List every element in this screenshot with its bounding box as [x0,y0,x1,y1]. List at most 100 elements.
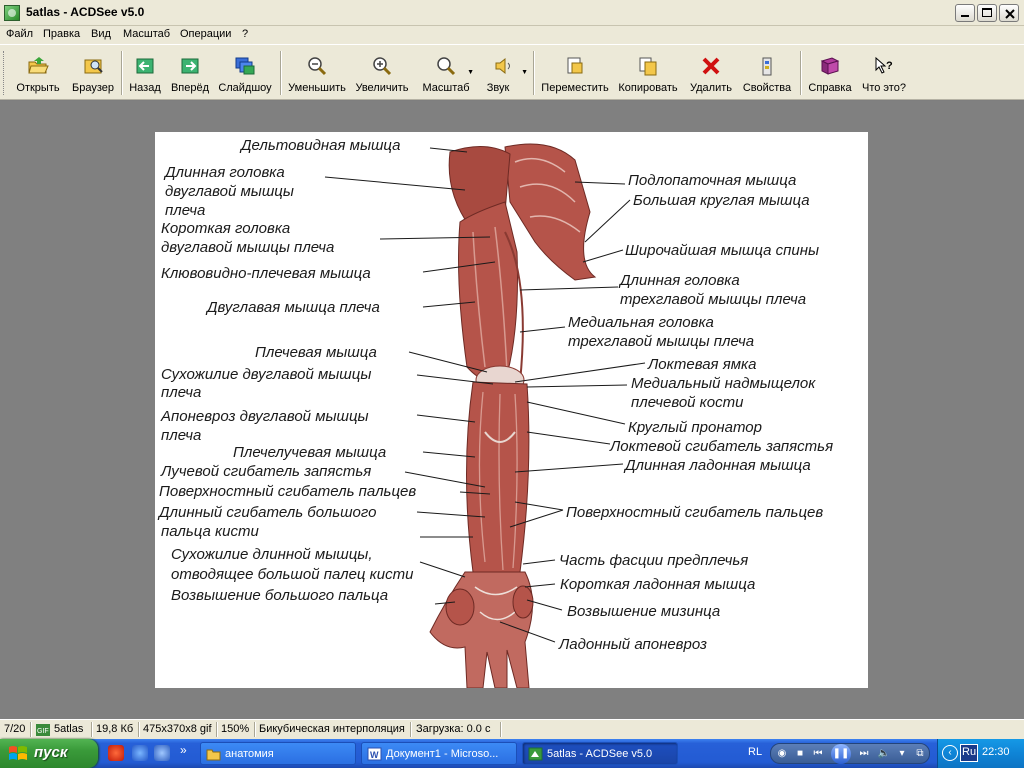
label-abductor-pollicis-tendon-2: отводящее большой палец кисти [171,566,414,583]
clock[interactable]: 22:30 [982,746,1010,758]
zoom-out-button[interactable]: Уменьшить [286,49,348,97]
menu-view[interactable]: Вид [91,28,111,40]
media-volume-icon[interactable]: 🔈 [877,747,891,761]
open-button[interactable]: Открыть [12,49,64,97]
open-label: Открыть [16,82,60,94]
quicklaunch-opera-icon[interactable] [108,745,124,761]
language-indicator-ru[interactable]: Ru [962,746,976,758]
menu-edit[interactable]: Правка [43,28,80,40]
delete-x-icon [702,57,720,75]
slideshow-icon [235,57,255,75]
media-restore-icon[interactable]: ⧉ [913,747,927,761]
status-zoom: 150% [221,723,250,735]
acdsee-app-icon[interactable] [4,5,20,21]
media-next-icon[interactable]: ⏭ [857,747,871,761]
task-word-document[interactable]: W Документ1 - Microso... [361,742,517,765]
menu-zoom[interactable]: Масштаб [123,28,170,40]
zoom-in-button[interactable]: Увеличить [352,49,412,97]
chevron-down-icon[interactable]: ▼ [467,69,474,76]
status-load-time: Загрузка: 0.0 с [416,723,491,735]
status-dimensions: 475x370x8 gif [143,723,212,735]
toolbar-separator [533,51,535,95]
zoom-menu-button[interactable]: ▼ Масштаб [418,49,474,97]
label-biceps-short-head-1: Короткая головка [161,220,291,237]
status-index: 7/20 [4,723,26,735]
menu-help[interactable]: ? [242,28,248,40]
tray-collapse-icon[interactable]: ‹ [942,745,958,761]
start-button[interactable]: пуск [0,739,98,768]
label-flexor-digitorum-superficialis-right: Поверхностный сгибатель пальцев [566,504,824,521]
slideshow-label: Слайдшоу [218,82,272,94]
task-anatomy-folder[interactable]: анатомия [200,742,356,765]
toolbar-separator [280,51,282,95]
status-separator [30,722,32,737]
label-flexor-carpi-ulnaris: Локтевой сгибатель запястья [610,438,834,455]
status-separator [410,722,412,737]
task-label: 5atlas - ACDSee v5.0 [547,748,653,760]
quicklaunch-more-icon[interactable]: » [180,743,187,757]
toolbar-grip[interactable] [3,51,6,95]
quicklaunch-browser-icon[interactable] [132,745,148,761]
zoom-in-label: Увеличить [355,82,409,94]
title-bar[interactable]: 5atlas - ACDSee v5.0 [0,0,1024,26]
close-icon [1005,9,1015,19]
slideshow-button[interactable]: Слайдшоу [216,49,274,97]
speaker-icon [495,57,510,75]
label-biceps: Двуглавая мышца плеча [207,299,380,316]
zoom-label: Масштаб [422,82,470,94]
properties-button[interactable]: Свойства [740,49,794,97]
media-prev-icon[interactable]: ⏮ [811,747,825,761]
label-palmaris-brevis: Короткая ладонная мышца [560,576,756,593]
minimize-button[interactable] [955,4,975,22]
browser-icon [84,59,103,74]
quicklaunch-media-icon[interactable] [154,745,170,761]
toolbar-separator [121,51,123,95]
whats-this-button[interactable]: ? Что это? [858,49,910,97]
label-bicipital-aponeurosis-1: Апоневроз двуглавой мышцы [161,408,369,425]
label-flexor-pollicis-longus-2: пальца кисти [161,523,259,540]
browser-label: Браузер [72,82,114,94]
label-bicipital-aponeurosis-2: плеча [161,427,202,444]
delete-button[interactable]: Удалить [686,49,736,97]
image-viewer[interactable]: Дельтовидная мышца Длинная головка двугл… [0,101,1024,719]
forward-button[interactable]: Вперёд [168,49,212,97]
language-indicator-rl[interactable]: RL [748,746,762,758]
task-acdsee[interactable]: 5atlas - ACDSee v5.0 [522,742,678,765]
windows-logo-icon [9,746,27,760]
back-arrow-icon [136,58,154,74]
back-label: Назад [129,82,161,94]
copy-button[interactable]: Копировать [615,49,681,97]
move-label: Переместить [541,82,609,94]
label-biceps-short-head-2: двуглавой мышцы плеча [161,239,335,256]
menu-file[interactable]: Файл [6,28,33,40]
delete-label: Удалить [690,82,732,94]
help-button[interactable]: Справка [806,49,854,97]
label-cubital-fossa: Локтевая ямка [648,356,757,373]
label-triceps-medial-head-1: Медиальная головка [568,314,714,331]
media-stop-icon[interactable]: ■ [793,747,807,761]
maximize-button[interactable] [977,4,997,22]
label-triceps-medial-head-2: трехглавой мышцы плеча [568,333,755,350]
move-button[interactable]: Переместить [539,49,611,97]
media-player-icon[interactable]: ◉ [775,747,789,761]
media-menu-icon[interactable]: ▾ [895,747,909,761]
label-biceps-long-head-3: плеча [165,202,206,219]
chevron-down-icon[interactable]: ▼ [521,69,528,76]
label-hypothenar-eminence: Возвышение мизинца [567,603,721,620]
status-size: 19,8 Кб [96,723,134,735]
label-flexor-pollicis-longus-1: Длинный сгибатель большого [159,504,377,521]
close-button[interactable] [999,4,1019,22]
media-pause-icon[interactable]: ❚❚ [831,744,851,764]
browser-button[interactable]: Браузер [68,49,118,97]
start-label: пуск [34,744,68,761]
sound-button[interactable]: ▼ Звук [480,49,528,97]
back-button[interactable]: Назад [126,49,164,97]
zoom-out-label: Уменьшить [288,82,346,94]
label-biceps-tendon-1: Сухожилие двуглавой мышцы [161,366,372,383]
svg-text:W: W [370,750,379,760]
anatomy-image: Дельтовидная мышца Длинная головка двугл… [155,132,868,688]
menu-operations[interactable]: Операции [180,28,231,40]
open-folder-icon [28,57,49,74]
status-separator [91,722,93,737]
label-subscapularis: Подлопаточная мышца [628,172,797,189]
